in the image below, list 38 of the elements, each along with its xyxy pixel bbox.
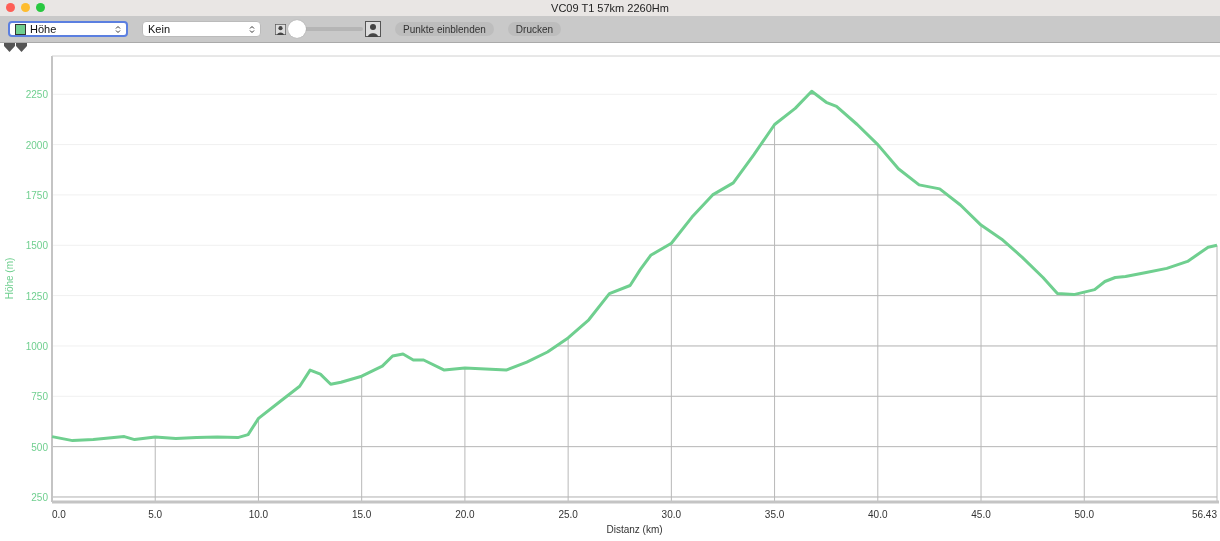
y-tick-label: 1250	[25, 290, 48, 302]
y-tick-label: 2000	[25, 139, 48, 151]
series-select[interactable]: Höhe	[8, 21, 128, 37]
slider-thumb[interactable]	[288, 20, 306, 38]
y-tick-label: 2250	[25, 89, 48, 101]
x-axis-label: Distanz (km)	[606, 524, 663, 535]
window-title: VC09 T1 57km 2260Hm	[551, 2, 669, 14]
drop-line	[154, 436, 156, 502]
y-tick-label: 1750	[25, 189, 48, 201]
zoom-button[interactable]	[36, 3, 45, 12]
y-tick-label: 500	[31, 441, 48, 453]
large-person-icon	[365, 21, 381, 37]
x-tick-label: 35.0	[764, 509, 785, 520]
x-tick-label: 5.0	[148, 509, 163, 520]
zoom-slider[interactable]	[288, 20, 363, 38]
y-tick-label: 750	[31, 391, 48, 403]
x-tick-label: 56.43	[1191, 509, 1217, 520]
y-tick-label: 1000	[25, 340, 48, 352]
x-tick-label: 15.0	[351, 509, 372, 520]
toolbar-button[interactable]: Drucken	[507, 22, 562, 36]
x-tick-label: 45.0	[971, 509, 991, 520]
x-tick-label: 30.0	[661, 509, 682, 520]
minimize-button[interactable]	[21, 3, 30, 12]
x-tick-label: 40.0	[868, 509, 888, 520]
x-tick-label: 50.0	[1074, 509, 1094, 520]
small-person-icon	[275, 23, 286, 35]
x-tick-label: 20.0	[455, 509, 475, 520]
close-button[interactable]	[6, 3, 15, 12]
y-axis-label: Höhe (m)	[4, 257, 15, 300]
x-tick-label: 0.0	[52, 509, 66, 520]
x-tick-label: 25.0	[558, 509, 578, 520]
updown-icon	[249, 24, 255, 34]
toolbar-button[interactable]: Punkte einblenden	[395, 22, 494, 36]
compare-select[interactable]: Kein	[142, 21, 261, 37]
x-tick-label: 10.0	[248, 509, 269, 520]
updown-icon	[115, 24, 121, 34]
y-tick-label: 1500	[25, 240, 48, 252]
y-tick-label: 250	[31, 491, 48, 503]
